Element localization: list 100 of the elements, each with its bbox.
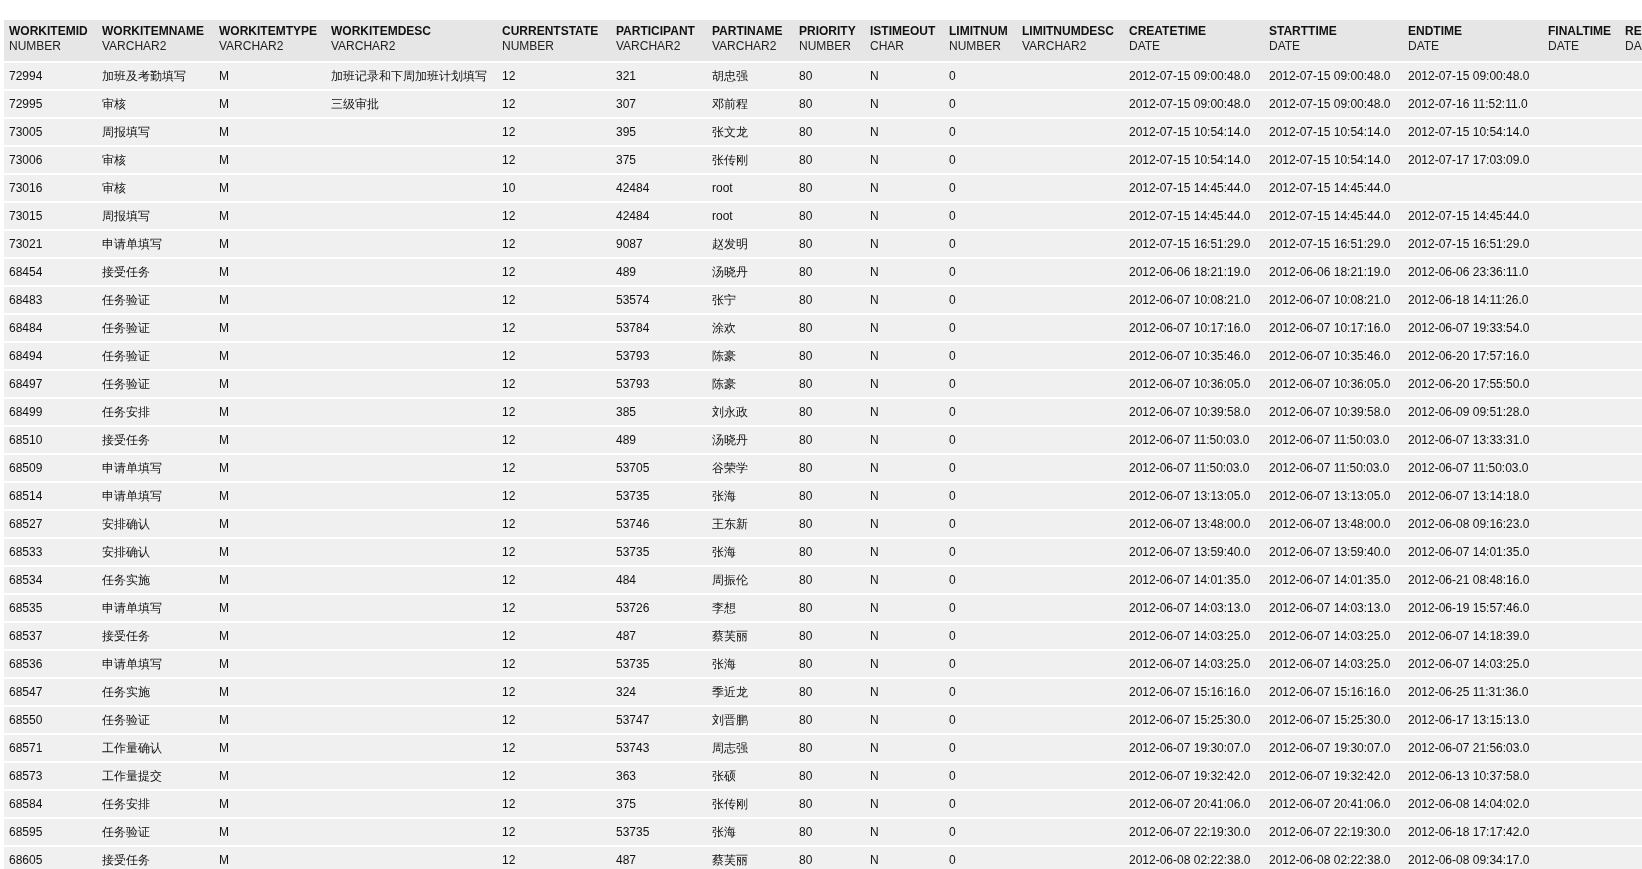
table-cell: 80 (799, 657, 813, 671)
column-name: LIMITNUM (949, 24, 1009, 39)
table-cell: M (219, 489, 229, 503)
table-cell: 489 (616, 265, 637, 279)
table-cell: 68534 (9, 573, 43, 587)
table-cell: 80 (799, 685, 813, 699)
table-cell: 2012-06-06 23:36:11.0 (1408, 265, 1529, 279)
column-name: PRIORITY (799, 24, 857, 39)
table-cell: 2012-07-15 14:45:44.0 (1269, 209, 1391, 223)
table-cell: 刘晋鹏 (712, 712, 748, 727)
table-cell: 审核 (102, 96, 126, 111)
table-cell: 汤晓丹 (712, 432, 748, 447)
column-name: PARTICIPANT (616, 24, 696, 39)
column-type: NUMBER (949, 39, 1002, 54)
table-cell: M (219, 797, 229, 811)
table-cell: 申请单填写 (102, 656, 162, 671)
column-type: DATE (1269, 39, 1302, 54)
table-cell: 68550 (9, 713, 43, 727)
table-cell: 0 (949, 125, 956, 139)
column-type: VARCHAR2 (712, 39, 778, 54)
table-cell: 任务验证 (102, 320, 150, 335)
table-cell: 0 (949, 685, 956, 699)
table-cell: 2012-06-07 13:48:00.0 (1269, 517, 1391, 531)
column-type: DATE (1129, 39, 1162, 54)
table-cell: N (870, 517, 879, 531)
table-cell: 12 (502, 237, 516, 251)
table-cell: 2012-06-07 11:50:03.0 (1129, 433, 1250, 447)
table-cell: 80 (799, 69, 813, 83)
table-cell: M (219, 181, 229, 195)
table-cell: 张海 (712, 824, 736, 839)
table-cell: 任务验证 (102, 348, 150, 363)
table-cell: 0 (949, 405, 956, 419)
table-cell: root (712, 181, 733, 195)
table-cell: 邓前程 (712, 96, 748, 111)
table-cell: 胡忠强 (712, 68, 748, 83)
table-cell: 汤晓丹 (712, 264, 748, 279)
table-cell: N (870, 461, 879, 475)
table-cell: 12 (502, 685, 516, 699)
table-cell: 张硕 (712, 768, 736, 783)
table-cell: 2012-06-07 14:18:39.0 (1408, 629, 1530, 643)
column-name: RE (1625, 24, 1642, 39)
table-cell: 2012-06-18 17:17:42.0 (1408, 825, 1530, 839)
table-cell: 2012-06-21 08:48:16.0 (1408, 573, 1530, 587)
table-cell: 2012-06-07 21:56:03.0 (1408, 741, 1530, 755)
table-cell: N (870, 601, 879, 615)
table-cell: 0 (949, 769, 956, 783)
table-cell: 涂欢 (712, 320, 736, 335)
table-cell: 0 (949, 209, 956, 223)
table-cell: 80 (799, 209, 813, 223)
table-cell: 2012-07-15 14:45:44.0 (1269, 181, 1391, 195)
column-type: DA (1625, 39, 1642, 54)
table-cell: 三级审批 (331, 96, 379, 111)
table-cell: 487 (616, 853, 637, 867)
table-cell: M (219, 69, 229, 83)
table-cell: 80 (799, 237, 813, 251)
table-cell: 0 (949, 321, 956, 335)
table-cell: 张海 (712, 544, 736, 559)
table-cell: 周报填写 (102, 208, 150, 223)
table-cell: M (219, 293, 229, 307)
table-cell: 2012-06-07 14:03:13.0 (1129, 601, 1251, 615)
table-cell: 2012-07-15 09:00:48.0 (1269, 97, 1391, 111)
table-cell: 0 (949, 97, 956, 111)
table-cell: 68536 (9, 657, 43, 671)
table-cell: N (870, 853, 879, 867)
table-cell: 80 (799, 125, 813, 139)
column-name: FINALTIME (1548, 24, 1613, 39)
table-cell: 0 (949, 825, 956, 839)
table-cell: 2012-07-15 09:00:48.0 (1408, 69, 1530, 83)
table-cell: 2012-06-19 15:57:46.0 (1408, 601, 1530, 615)
table-cell: 68454 (9, 265, 43, 279)
table-cell: 2012-07-15 10:54:14.0 (1129, 153, 1251, 167)
column-type: VARCHAR2 (1022, 39, 1088, 54)
table-cell: 80 (799, 321, 813, 335)
table-cell: 53735 (616, 489, 650, 503)
table-cell: M (219, 573, 229, 587)
table-cell: 陈豪 (712, 348, 736, 363)
table-cell: 接受任务 (102, 628, 150, 643)
table-cell: 68535 (9, 601, 43, 615)
table-cell: 12 (502, 349, 516, 363)
table-cell: N (870, 573, 879, 587)
table-cell: 张传刚 (712, 796, 748, 811)
table-cell: 80 (799, 349, 813, 363)
table-cell: 73016 (9, 181, 43, 195)
table-cell: 0 (949, 461, 956, 475)
table-cell: M (219, 853, 229, 867)
table-cell: 申请单填写 (102, 600, 162, 615)
table-cell: 季近龙 (712, 684, 748, 699)
column-name: WORKITEMTYPE (219, 24, 318, 39)
table-cell: 12 (502, 573, 516, 587)
table-cell: 2012-06-07 13:14:18.0 (1408, 489, 1530, 503)
table-cell: 53793 (616, 349, 650, 363)
column-type: DATE (1408, 39, 1441, 54)
table-cell: N (870, 153, 879, 167)
table-cell: 2012-06-07 10:39:58.0 (1269, 405, 1391, 419)
table-cell: 2012-06-20 17:55:50.0 (1408, 377, 1530, 391)
table-cell: 2012-06-07 10:36:05.0 (1129, 377, 1251, 391)
table-cell: 审核 (102, 180, 126, 195)
table-cell: root (712, 209, 733, 223)
table-cell: 12 (502, 405, 516, 419)
table-cell: N (870, 237, 879, 251)
